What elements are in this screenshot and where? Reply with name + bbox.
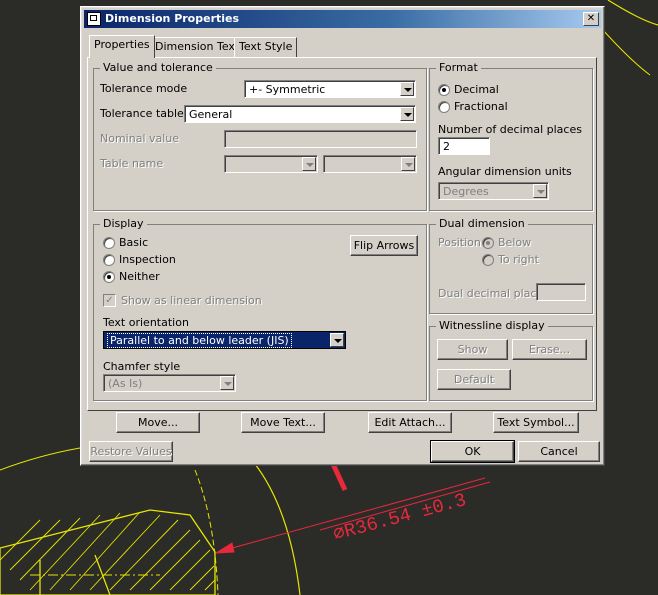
to-right-radio[interactable] xyxy=(482,254,494,266)
tolerance-mode-select[interactable]: +- Symmetric xyxy=(244,80,416,98)
chamfer-style-value: (As Is) xyxy=(108,377,143,390)
group-label: Witnessline display xyxy=(436,319,548,332)
fractional-radio[interactable] xyxy=(438,101,450,113)
show-linear-checkbox[interactable]: ✓ xyxy=(103,294,116,307)
chamfer-style-select[interactable]: (As Is) xyxy=(103,374,236,392)
chevron-down-icon[interactable] xyxy=(220,376,234,390)
erase-button[interactable]: Erase... xyxy=(512,339,587,360)
dialog-title: Dimension Properties xyxy=(105,12,240,25)
chevron-down-icon[interactable] xyxy=(302,157,316,171)
position-label: Position xyxy=(438,236,481,249)
table-name-secondary-select[interactable] xyxy=(323,155,417,173)
chevron-down-icon[interactable] xyxy=(400,107,414,121)
decimal-label: Decimal xyxy=(454,83,499,96)
close-button[interactable]: ✕ xyxy=(583,12,599,26)
tolerance-table-select[interactable]: General xyxy=(184,105,416,123)
window-menu-icon[interactable] xyxy=(87,12,101,26)
table-name-select[interactable] xyxy=(224,155,318,173)
dimension-text: ⌀R36.54 ±0.3 xyxy=(331,489,469,546)
neither-label: Neither xyxy=(119,270,160,283)
chevron-down-icon[interactable] xyxy=(330,333,344,347)
part-outline-arc xyxy=(607,0,658,26)
tab-text-style[interactable]: Text Style xyxy=(234,37,298,57)
text-symbol-button[interactable]: Text Symbol... xyxy=(493,412,579,433)
nominal-value-input[interactable] xyxy=(224,130,417,148)
neither-radio[interactable] xyxy=(103,271,115,283)
dimension-properties-dialog: Dimension Properties ✕ Properties Dimens… xyxy=(80,6,605,466)
chevron-down-icon[interactable] xyxy=(400,82,414,96)
part-outline-arc xyxy=(0,447,81,471)
title-bar[interactable]: Dimension Properties ✕ xyxy=(84,10,601,28)
part-outline-arc xyxy=(602,29,651,76)
part-outline-arc xyxy=(254,463,301,595)
text-orientation-value: Parallel to and below leader (JIS) xyxy=(107,333,292,348)
below-radio[interactable] xyxy=(482,237,494,249)
angular-units-label: Angular dimension units xyxy=(438,165,572,178)
tolerance-mode-value: +- Symmetric xyxy=(249,83,326,96)
angular-units-select[interactable]: Degrees xyxy=(438,182,549,200)
restore-values-button[interactable]: Restore Values xyxy=(89,441,173,462)
text-orientation-select[interactable]: Parallel to and below leader (JIS) xyxy=(103,331,346,349)
dual-dimension-group: Dual dimension Position Below To right D… xyxy=(429,217,593,314)
basic-radio[interactable] xyxy=(103,237,115,249)
group-label: Value and tolerance xyxy=(100,61,216,74)
tab-properties[interactable]: Properties xyxy=(89,35,155,58)
chevron-down-icon[interactable] xyxy=(401,157,415,171)
text-orientation-label: Text orientation xyxy=(103,316,189,329)
hatched-section xyxy=(0,509,216,595)
tab-dimension-text[interactable]: Dimension Text xyxy=(150,37,245,57)
chevron-down-icon[interactable] xyxy=(533,184,547,198)
basic-label: Basic xyxy=(119,236,149,249)
show-linear-label: Show as linear dimension xyxy=(121,294,262,307)
move-text-button[interactable]: Move Text... xyxy=(241,412,325,433)
nominal-value-label: Nominal value xyxy=(100,132,180,145)
below-label: Below xyxy=(498,236,532,249)
decimal-radio[interactable] xyxy=(438,84,450,96)
tolerance-table-value: General xyxy=(189,108,233,121)
show-button[interactable]: Show xyxy=(437,339,508,360)
chamfer-style-label: Chamfer style xyxy=(103,360,181,373)
flip-arrows-button[interactable]: Flip Arrows xyxy=(350,235,418,256)
tolerance-table-label: Tolerance table xyxy=(100,107,184,120)
fractional-label: Fractional xyxy=(454,100,508,113)
inspection-radio[interactable] xyxy=(103,254,115,266)
edit-attach-button[interactable]: Edit Attach... xyxy=(368,412,452,433)
move-button[interactable]: Move... xyxy=(116,412,200,433)
cancel-button[interactable]: Cancel xyxy=(518,441,600,462)
ok-button[interactable]: OK xyxy=(430,440,515,463)
to-right-label: To right xyxy=(498,253,539,266)
group-label: Dual dimension xyxy=(436,217,528,230)
table-name-label: Table name xyxy=(100,157,164,170)
inspection-label: Inspection xyxy=(119,253,176,266)
value-tolerance-group: Value and tolerance Tolerance mode +- Sy… xyxy=(93,61,427,211)
angular-units-value: Degrees xyxy=(443,185,489,198)
witnessline-group: Witnessline display Show Erase... Defaul… xyxy=(429,319,593,401)
dual-decimal-places-label: Dual decimal places xyxy=(438,287,549,300)
dual-decimal-places-input[interactable] xyxy=(536,283,586,301)
decimal-places-label: Number of decimal places xyxy=(438,123,582,136)
properties-panel: Value and tolerance Tolerance mode +- Sy… xyxy=(87,57,597,411)
default-button[interactable]: Default xyxy=(437,369,511,390)
decimal-places-input[interactable]: 2 xyxy=(438,137,490,155)
format-group: Format Decimal Fractional Number of deci… xyxy=(429,61,593,211)
display-group: Display Basic Inspection Neither Flip Ar… xyxy=(93,217,427,401)
group-label: Format xyxy=(436,61,481,74)
tolerance-mode-label: Tolerance mode xyxy=(100,82,188,95)
group-label: Display xyxy=(100,217,147,230)
